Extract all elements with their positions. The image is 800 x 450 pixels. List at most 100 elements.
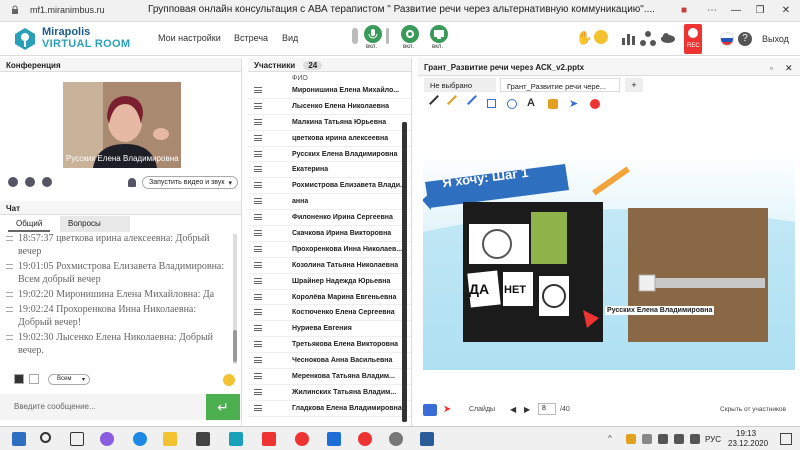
drag-handle-icon[interactable] [254, 182, 262, 189]
search-icon[interactable] [40, 432, 51, 443]
audio-settings-icon[interactable] [25, 177, 35, 187]
drag-handle-icon[interactable] [254, 388, 262, 395]
alice-icon[interactable] [100, 432, 114, 446]
drag-handle-icon[interactable] [254, 214, 262, 221]
chat-scrollbar[interactable] [233, 234, 237, 364]
background-color-icon[interactable] [29, 374, 39, 384]
drag-handle-icon[interactable] [254, 245, 262, 252]
drag-handle-icon[interactable] [254, 230, 262, 237]
menu-my-settings[interactable]: Мои настройки [158, 33, 221, 43]
language-indicator[interactable]: РУС [705, 435, 721, 444]
volume-icon[interactable] [690, 434, 700, 444]
add-tab-button[interactable]: + [625, 78, 643, 92]
menu-meeting[interactable]: Встреча [234, 33, 268, 43]
ellipse-tool-icon[interactable] [507, 99, 517, 109]
slides-label[interactable]: Слайды [469, 406, 495, 413]
drag-handle-icon[interactable] [254, 87, 262, 93]
participant-row[interactable]: Меренкова Татьяна Владим... [248, 369, 411, 385]
participant-row[interactable]: Екатерина [248, 162, 411, 179]
cloud-icon[interactable] [660, 30, 676, 46]
participant-row[interactable]: Шрайнер Надежда Юрьевна [248, 274, 411, 290]
participant-row[interactable]: Филоненко Ирина Сергеевна [248, 210, 411, 227]
draw-mode-icon[interactable] [423, 404, 437, 416]
help-icon[interactable]: ? [738, 32, 752, 46]
participant-row[interactable]: Прохоренкова Инна Николаев... [248, 242, 411, 258]
tray-network-icon[interactable] [642, 434, 652, 444]
wifi-icon[interactable] [674, 434, 684, 444]
yandex-icon[interactable] [295, 432, 309, 446]
clear-tool-icon[interactable] [590, 99, 600, 109]
send-button[interactable]: ↵ [206, 394, 240, 420]
tab-not-selected[interactable]: Не выбрано [424, 78, 496, 92]
drag-handle-icon[interactable] [254, 261, 262, 268]
camera-settings-icon[interactable] [8, 177, 18, 187]
participant-row[interactable]: Рохмистрова Елизавета Влади... [248, 178, 411, 195]
cursor-mode-icon[interactable]: ➤ [443, 404, 455, 416]
emoji-picker-icon[interactable] [223, 374, 235, 386]
clock-date[interactable]: 23.12.2020 [728, 439, 768, 448]
participant-row[interactable]: Скачкова Ирина Викторовна [248, 226, 411, 242]
participant-row[interactable]: Лысенко Елена Николаевна [248, 99, 411, 115]
task-view-icon[interactable] [70, 432, 84, 446]
tab-questions[interactable]: Вопросы [60, 216, 130, 232]
drag-handle-icon[interactable] [254, 293, 262, 300]
yandex-browser-icon[interactable] [262, 432, 276, 446]
participant-row[interactable]: Гладкова Елена Владимировна [248, 401, 411, 417]
drag-handle-icon[interactable] [254, 373, 262, 380]
participant-row[interactable]: Чеснокова Анна Васильевна [248, 353, 411, 370]
hide-from-participants[interactable]: Скрыть от участников [720, 406, 786, 413]
minimize-icon[interactable]: — [724, 3, 748, 19]
menu-view[interactable]: Вид [282, 33, 298, 43]
drag-handle-icon[interactable] [254, 102, 262, 109]
participant-row[interactable]: Нуриева Евгения [248, 321, 411, 338]
participants-scrollbar[interactable] [402, 122, 407, 422]
clock-time[interactable]: 19:13 [736, 429, 756, 438]
fill-tool-icon[interactable] [548, 99, 558, 109]
devices-icon[interactable] [42, 177, 52, 187]
raise-hand-icon[interactable]: ✋ [576, 30, 592, 46]
close-icon[interactable]: ✕ [774, 3, 798, 19]
pointer-tool-icon[interactable]: ➤ [569, 97, 578, 110]
settings-icon[interactable] [389, 432, 403, 446]
record-button[interactable]: REC [684, 24, 702, 54]
audience-select[interactable]: Всем ▾ [48, 374, 90, 385]
emoji-icon[interactable] [594, 30, 608, 44]
battery-icon[interactable] [658, 434, 668, 444]
page-number-input[interactable]: 8 [538, 403, 556, 415]
app-l-icon[interactable] [229, 432, 243, 446]
drag-handle-icon[interactable] [254, 150, 262, 157]
participant-row[interactable]: Малкина Татьяна Юрьевна [248, 115, 411, 131]
drag-handle-icon[interactable] [254, 118, 262, 125]
edge-icon[interactable] [133, 432, 147, 446]
rectangle-tool-icon[interactable] [487, 99, 496, 108]
chat-input[interactable]: Введите сообщение... [0, 394, 206, 420]
drag-handle-icon[interactable] [254, 325, 262, 332]
share-video-dropdown[interactable]: Запустить видео и звук ▾ [142, 176, 238, 189]
participant-row[interactable]: Жилинских Татьяна Владим... [248, 385, 411, 401]
drag-handle-icon[interactable] [254, 341, 262, 348]
tray-chevron-icon[interactable]: ^ [608, 434, 612, 443]
camera-toggle-button[interactable] [401, 25, 419, 43]
menu-icon[interactable]: ⋯ [700, 3, 724, 19]
word-icon[interactable] [327, 432, 341, 446]
drag-handle-icon[interactable] [254, 357, 262, 364]
notifications-icon[interactable] [780, 433, 792, 445]
drag-handle-icon[interactable] [254, 277, 262, 284]
mic-toggle-button[interactable] [364, 25, 382, 43]
tab-general[interactable]: Общий [8, 216, 51, 232]
participant-row[interactable]: анна [248, 194, 411, 211]
tab-presentation[interactable]: Грант_Развитие речи чере... [500, 78, 620, 92]
drag-handle-icon[interactable] [254, 404, 262, 411]
photos-icon[interactable] [420, 432, 434, 446]
drag-handle-icon[interactable] [254, 134, 262, 141]
drag-handle-icon[interactable] [254, 309, 262, 316]
participant-row[interactable]: Королёва Марина Евгеньевна [248, 290, 411, 306]
store-icon[interactable] [196, 432, 210, 446]
participant-row[interactable]: Миронишина Елена Михайло... [248, 83, 411, 99]
stats-icon[interactable] [620, 30, 636, 46]
prev-slide-icon[interactable]: ◀ [510, 405, 516, 414]
exit-button[interactable]: Выход [762, 34, 789, 44]
network-icon[interactable] [640, 30, 656, 46]
next-slide-icon[interactable]: ▶ [524, 405, 530, 414]
explorer-icon[interactable] [163, 432, 177, 446]
